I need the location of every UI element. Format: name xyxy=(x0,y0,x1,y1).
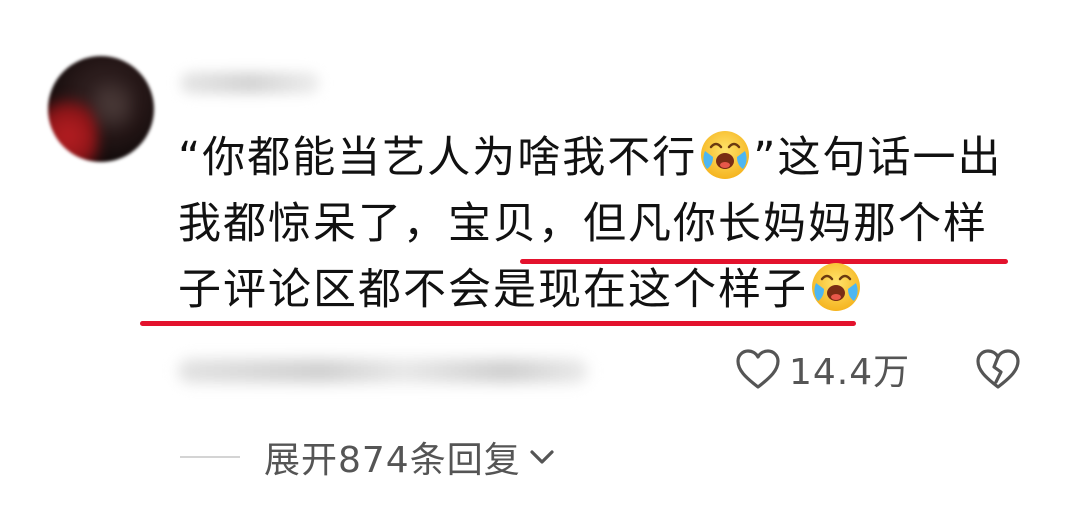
red-underline-2 xyxy=(140,321,856,326)
comment-text-part-2: ”这句话一出 xyxy=(753,133,1003,183)
replies-label: 展开874条回复 xyxy=(264,440,521,481)
username[interactable] xyxy=(180,66,340,102)
crying-laughing-emoji-icon xyxy=(701,131,750,179)
username-blurred xyxy=(180,72,320,94)
comment-card: “你都能当艺人为啥我不行 ”这句话一出 我都惊呆了，宝贝，但凡你长妈妈那个样 子… xyxy=(0,0,1080,505)
heart-icon xyxy=(736,349,780,389)
avatar[interactable] xyxy=(48,56,154,162)
replies-divider xyxy=(180,456,240,458)
comment-meta-blurred xyxy=(178,345,608,395)
meta-blur xyxy=(178,359,588,383)
like-count: 14.4万 xyxy=(789,352,911,393)
comment-text-part-1: “你都能当艺人为啥我不行 xyxy=(178,133,698,183)
comment-line-1: “你都能当艺人为啥我不行 ”这句话一出 xyxy=(178,125,1018,191)
comment-line-3: 子评论区都不会是现在这个样子 xyxy=(140,257,1018,326)
broken-heart-icon[interactable] xyxy=(975,348,1021,390)
comment-body[interactable]: “你都能当艺人为啥我不行 ”这句话一出 我都惊呆了，宝贝，但凡你长妈妈那个样 子… xyxy=(140,125,1018,326)
crying-laughing-emoji-icon xyxy=(812,263,860,311)
expand-replies-button[interactable]: 展开874条回复 xyxy=(180,432,557,482)
like-button[interactable]: 14.4万 xyxy=(735,344,910,394)
chevron-down-icon xyxy=(530,450,554,464)
comment-line-2: 我都惊呆了，宝贝，但凡你长妈妈那个样 xyxy=(178,191,1018,264)
